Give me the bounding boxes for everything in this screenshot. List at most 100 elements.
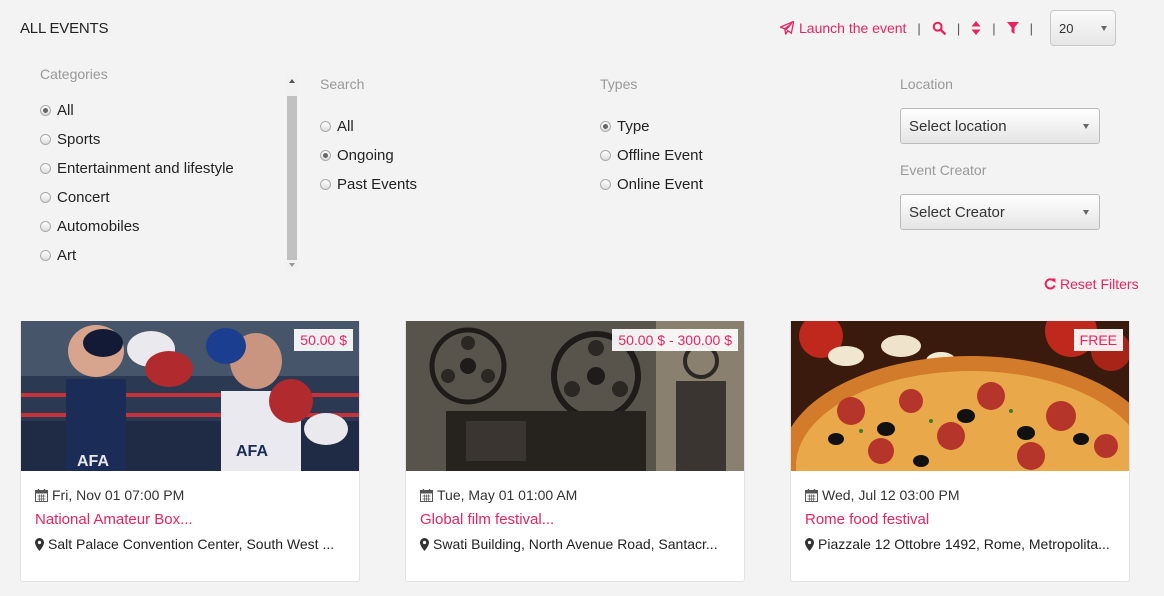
- search-option-all[interactable]: All: [320, 112, 417, 141]
- toolbar-separator: |: [917, 20, 921, 36]
- option-label: Concert: [57, 189, 110, 206]
- creator-select-value: Select Creator: [909, 203, 1005, 221]
- radio-icon[interactable]: [40, 163, 51, 174]
- svg-text:AFA: AFA: [236, 443, 268, 460]
- types-label: Types: [600, 76, 638, 92]
- type-option-type[interactable]: Type: [600, 112, 703, 141]
- type-option-online[interactable]: Online Event: [600, 170, 703, 199]
- creator-label: Event Creator: [900, 162, 987, 178]
- event-date-text: Fri, Nov 01 07:00 PM: [52, 487, 185, 503]
- scroll-down-icon[interactable]: [289, 263, 295, 267]
- radio-icon[interactable]: [40, 105, 51, 116]
- categories-label: Categories: [40, 66, 108, 82]
- event-date: Fri, Nov 01 07:00 PM: [35, 487, 345, 503]
- radio-icon[interactable]: [600, 121, 611, 132]
- event-date: Wed, Jul 12 03:00 PM: [805, 487, 1115, 503]
- radio-icon[interactable]: [320, 179, 331, 190]
- map-marker-icon: [805, 537, 814, 551]
- search-icon[interactable]: [932, 21, 946, 35]
- radio-icon[interactable]: [40, 134, 51, 145]
- creator-select[interactable]: Select Creator: [900, 194, 1100, 230]
- toolbar-separator: |: [992, 20, 996, 36]
- option-label: Sports: [57, 131, 101, 148]
- event-card[interactable]: AFA AFA 50.00 $ Fri, Nov 01 07:00 PM Nat…: [20, 321, 360, 582]
- event-location: Piazzale 12 Ottobre 1492, Rome, Metropol…: [805, 536, 1115, 552]
- option-label: Past Events: [337, 176, 418, 193]
- event-location: Salt Palace Convention Center, South Wes…: [35, 536, 345, 552]
- option-label: Entertainment and lifestyle: [57, 160, 234, 177]
- event-date-text: Wed, Jul 12 03:00 PM: [822, 487, 960, 503]
- filter-icon[interactable]: [1006, 21, 1019, 35]
- event-image[interactable]: FREE: [791, 321, 1129, 471]
- event-date: Tue, May 01 01:00 AM: [420, 487, 730, 503]
- search-filter: Search All Ongoing Past Events: [320, 76, 417, 199]
- search-option-ongoing[interactable]: Ongoing: [320, 141, 417, 170]
- option-label: Art: [57, 247, 77, 264]
- page-title: ALL EVENTS: [20, 20, 109, 37]
- calendar-icon: [805, 488, 818, 502]
- toolbar-separator: |: [956, 20, 961, 36]
- price-badge: 50.00 $: [294, 329, 353, 351]
- sort-icon[interactable]: [971, 21, 981, 35]
- location-filter: Location Select location Event Creator S…: [900, 76, 1100, 230]
- category-option-automobiles[interactable]: Automobiles: [40, 212, 234, 241]
- search-label: Search: [320, 76, 365, 92]
- chevron-down-icon: [1083, 209, 1089, 215]
- launch-event-link[interactable]: Launch the event: [780, 20, 906, 36]
- event-title[interactable]: Rome food festival: [805, 511, 1115, 528]
- category-option-sports[interactable]: Sports: [40, 125, 234, 154]
- calendar-icon: [420, 488, 433, 502]
- paper-plane-icon: [780, 21, 794, 35]
- radio-icon[interactable]: [40, 192, 51, 203]
- scroll-up-icon[interactable]: [289, 79, 295, 83]
- radio-icon[interactable]: [40, 221, 51, 232]
- reset-filters-label: Reset Filters: [1060, 276, 1139, 292]
- price-badge: 50.00 $ - 300.00 $: [612, 329, 738, 351]
- event-image[interactable]: AFA AFA 50.00 $: [21, 321, 359, 471]
- event-location-text: Swati Building, North Avenue Road, Santa…: [433, 536, 718, 552]
- event-title[interactable]: Global film festival...: [420, 511, 730, 528]
- event-card[interactable]: 50.00 $ - 300.00 $ Tue, May 01 01:00 AM …: [405, 321, 745, 582]
- event-image[interactable]: 50.00 $ - 300.00 $: [406, 321, 744, 471]
- event-title[interactable]: National Amateur Box...: [35, 511, 345, 528]
- type-option-offline[interactable]: Offline Event: [600, 141, 703, 170]
- per-page-value: 20: [1058, 20, 1074, 36]
- option-label: Online Event: [617, 176, 703, 193]
- radio-icon[interactable]: [320, 150, 331, 161]
- category-option-entertainment[interactable]: Entertainment and lifestyle: [40, 154, 234, 183]
- option-label: Offline Event: [617, 147, 703, 164]
- reset-filters-link[interactable]: Reset Filters: [1044, 276, 1139, 292]
- launch-event-label: Launch the event: [799, 20, 907, 36]
- location-select[interactable]: Select location: [900, 108, 1100, 144]
- option-label: All: [57, 102, 74, 119]
- category-option-art[interactable]: Art: [40, 241, 234, 270]
- refresh-icon: [1044, 278, 1056, 290]
- option-label: All: [337, 118, 354, 135]
- category-option-concert[interactable]: Concert: [40, 183, 234, 212]
- event-card[interactable]: FREE Wed, Jul 12 03:00 PM Rome food fest…: [790, 321, 1130, 582]
- categories-scrollbar[interactable]: [286, 74, 298, 272]
- categories-list: All Sports Entertainment and lifestyle C…: [40, 96, 234, 270]
- map-marker-icon: [35, 537, 44, 551]
- radio-icon[interactable]: [600, 150, 611, 161]
- map-marker-icon: [420, 537, 429, 551]
- types-filter: Types Type Offline Event Online Event: [600, 76, 703, 199]
- radio-icon[interactable]: [40, 250, 51, 261]
- option-label: Type: [617, 118, 650, 135]
- option-label: Ongoing: [337, 147, 394, 164]
- chevron-down-icon: [1100, 25, 1107, 31]
- location-label: Location: [900, 76, 953, 92]
- chevron-down-icon: [1083, 123, 1089, 129]
- radio-icon[interactable]: [600, 179, 611, 190]
- calendar-icon: [35, 488, 48, 502]
- event-location-text: Salt Palace Convention Center, South Wes…: [48, 536, 335, 552]
- event-location: Swati Building, North Avenue Road, Santa…: [420, 536, 730, 552]
- category-option-all[interactable]: All: [40, 96, 234, 125]
- search-option-past[interactable]: Past Events: [320, 170, 417, 199]
- event-location-text: Piazzale 12 Ottobre 1492, Rome, Metropol…: [818, 536, 1110, 552]
- per-page-select[interactable]: 20: [1049, 10, 1116, 46]
- radio-icon[interactable]: [320, 121, 331, 132]
- categories-filter[interactable]: Categories All Sports Entertainment and …: [40, 60, 300, 272]
- scrollbar-thumb[interactable]: [287, 96, 297, 260]
- price-badge: FREE: [1073, 329, 1123, 351]
